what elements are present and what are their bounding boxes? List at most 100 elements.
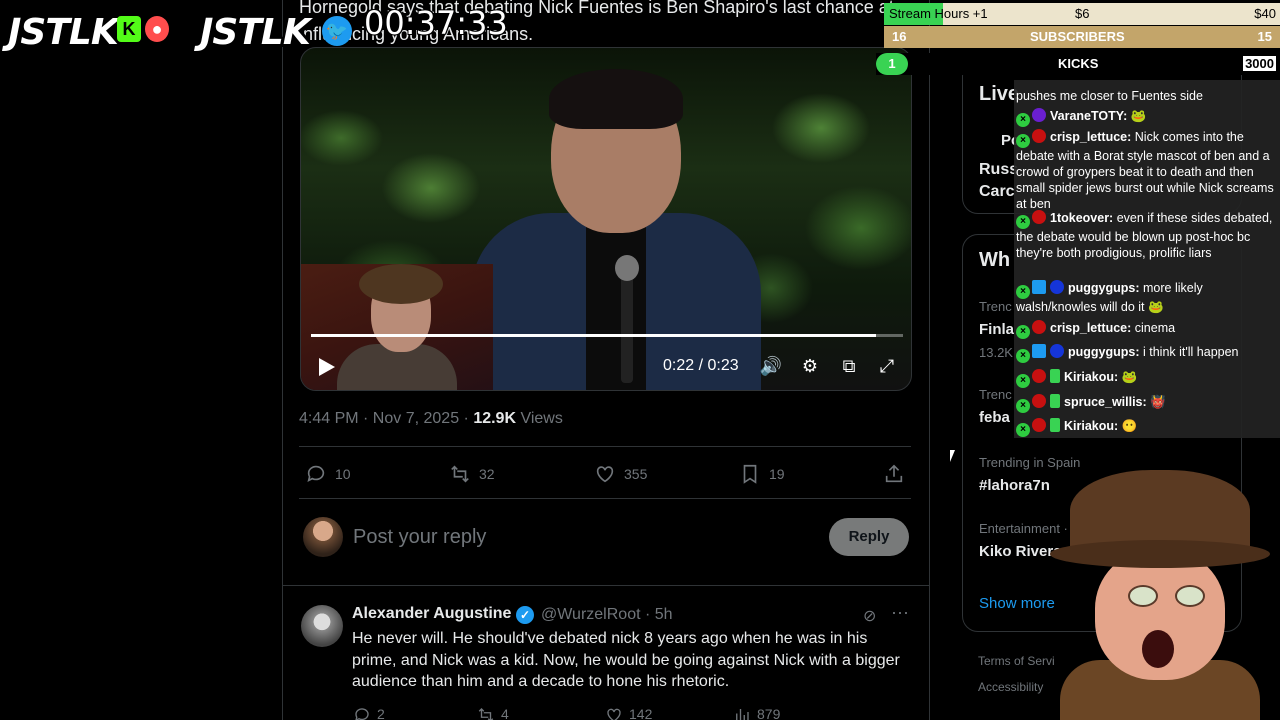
reply-action[interactable]: 10 [305, 462, 351, 486]
live-item-2[interactable]: Carc [979, 183, 1015, 201]
x-badge-icon: × [1016, 113, 1030, 127]
settings-gear-icon[interactable]: ⚙ [798, 354, 822, 378]
repost-count: 32 [479, 466, 495, 482]
show-more-link[interactable]: Show more [979, 595, 1055, 612]
like-action[interactable]: 355 [594, 462, 647, 486]
chat-message: pushes me closer to Fuentes side [1016, 89, 1203, 103]
post-column: Hornegold says that debating Nick Fuente… [282, 0, 930, 720]
views-label: Views [516, 410, 563, 427]
user-badge-icon [1032, 394, 1046, 408]
trend-2-label: Trenc [979, 387, 1012, 402]
video-speaker [471, 69, 761, 390]
pepe-emote-icon: 🐸 [1121, 370, 1138, 384]
comment-like-count: 142 [629, 706, 653, 720]
subs-right: 15 [1257, 29, 1272, 44]
repost-icon [478, 708, 494, 720]
pepe-emote-icon: 🐸 [1130, 109, 1147, 123]
more-options-icon[interactable]: ··· [891, 602, 911, 622]
terms-link[interactable]: Terms of Servi [978, 654, 1055, 668]
repost-action[interactable]: 32 [449, 462, 495, 486]
reply-input[interactable]: Post your reply [353, 526, 486, 549]
hours-goal: $40 [1254, 6, 1276, 21]
views-count: 12.9K [473, 410, 517, 427]
fullscreen-icon[interactable]: ⤢ [875, 354, 899, 378]
video-progress-fill [311, 334, 877, 337]
video-time: 0:22 / 0:23 [663, 357, 739, 374]
comment-reply-action[interactable]: 2 [353, 706, 385, 720]
chat-message: × 1tokeover: even if these sides debated,… [1016, 210, 1273, 260]
x-badge-icon: × [1016, 285, 1030, 299]
avatar[interactable] [303, 517, 343, 557]
accessibility-link[interactable]: Accessibility [978, 680, 1043, 694]
chat-message: × puggygups: more likely walsh/knowles wi… [1016, 280, 1203, 314]
trend-2-name[interactable]: feba [979, 409, 1010, 426]
stream-hours-bar: Stream Hours +1 $6 $40 [884, 3, 1280, 25]
gift-badge-icon [1050, 369, 1060, 383]
hours-label: Stream Hours +1 [889, 6, 988, 21]
reply-count: 10 [335, 466, 351, 482]
comment-repost-action[interactable]: 4 [477, 706, 509, 720]
hours-mid: $6 [1075, 6, 1090, 21]
trend-3-name[interactable]: #lahora7n [979, 477, 1050, 494]
divider [299, 446, 911, 447]
post-timestamp[interactable]: 4:44 PM · Nov 7, 2025 · [299, 410, 473, 427]
kicks-bar: 1 KICKS 3000 [876, 53, 1280, 75]
face-emote-icon: 😶 [1121, 419, 1138, 433]
grok-icon[interactable]: ⊘ [863, 606, 883, 626]
whats-happening-title: Wh [979, 249, 1011, 271]
mouse-cursor [950, 450, 960, 462]
user-badge-icon [1032, 210, 1046, 224]
x-badge-icon: × [1016, 349, 1030, 363]
chat-message: × VaraneTOTY: 🐸 [1016, 108, 1278, 127]
bookmark-icon [743, 464, 757, 484]
chat-message: × Kiriakou: 🐸 [1016, 369, 1278, 388]
twitter-bird-icon: 🐦 [322, 16, 352, 46]
comment-repost-count: 4 [501, 706, 509, 720]
trend-1-label: Trenc [979, 299, 1012, 314]
record-icon: ● [145, 16, 169, 42]
kick-icon: K [117, 16, 141, 42]
comment-text: He never will. He should've debated nick… [352, 630, 900, 690]
video-player[interactable]: 0:22 / 0:23 🔊 ⚙ ⧉ ⤢ [300, 47, 912, 391]
x-badge-icon: × [1016, 374, 1030, 388]
gift-badge-icon [1050, 394, 1060, 408]
comment-author-name[interactable]: Alexander Augustine [352, 605, 511, 623]
divider [283, 585, 929, 586]
chat-message: × puggygups: i think it'll happen [1016, 344, 1278, 363]
comment-avatar[interactable] [301, 605, 343, 647]
trend-3-label: Trending in Spain [979, 455, 1081, 470]
share-button[interactable] [883, 462, 905, 486]
user-badge-icon [1050, 280, 1064, 294]
video-progress-bar[interactable] [311, 334, 903, 337]
pepe-emote-icon: 🐸 [1148, 300, 1164, 314]
stream-logo-1: JSTLK [8, 12, 119, 53]
verified-icon: ✓ [516, 606, 534, 624]
reply-button[interactable]: Reply [829, 518, 909, 556]
comment-reply-count: 2 [377, 706, 385, 720]
bookmark-action[interactable]: 19 [739, 462, 785, 486]
comment-handle[interactable]: @WurzelRoot · 5h [541, 606, 673, 624]
angry-emote-icon: 👹 [1150, 395, 1166, 409]
user-badge-icon [1032, 344, 1046, 358]
chat-message: × Kiriakou: 😶 [1016, 418, 1278, 437]
like-count: 355 [624, 466, 648, 482]
gift-badge-icon [1050, 418, 1060, 432]
heart-icon [607, 708, 621, 720]
heart-icon [596, 466, 614, 483]
stream-logo-2: JSTLK [200, 12, 311, 53]
play-button[interactable] [315, 356, 337, 378]
trend-1-name[interactable]: Finla [979, 321, 1014, 338]
comment-views-action[interactable]: 879 [733, 706, 780, 720]
bookmark-count: 19 [769, 466, 785, 482]
kicks-label: KICKS [1058, 56, 1099, 71]
x-badge-icon: × [1016, 134, 1030, 148]
live-item-1[interactable]: Russ [979, 161, 1018, 179]
volume-icon[interactable]: 🔊 [759, 354, 783, 378]
user-badge-icon [1032, 129, 1046, 143]
pip-icon[interactable]: ⧉ [837, 354, 861, 378]
user-badge-icon [1032, 108, 1046, 122]
comment-like-action[interactable]: 142 [605, 706, 652, 720]
repost-icon [451, 465, 469, 483]
divider [299, 498, 911, 499]
x-badge-icon: × [1016, 215, 1030, 229]
